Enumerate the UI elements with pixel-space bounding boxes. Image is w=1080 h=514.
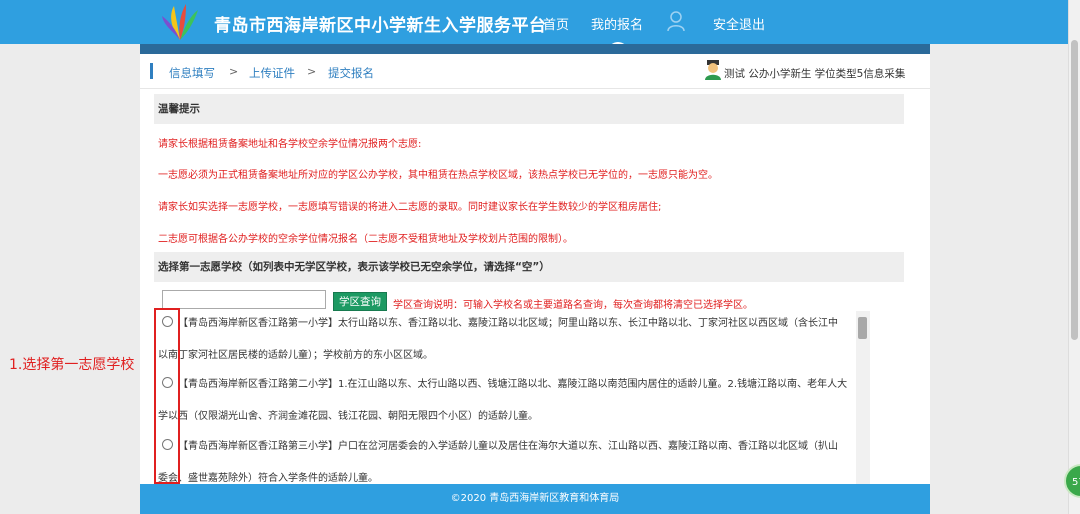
- school-list-scrollbar[interactable]: [856, 311, 870, 484]
- breadcrumb: 信息填写 > 上传证件 > 提交报名 测试 公办小学新生 学位类型5信息采集: [140, 54, 930, 89]
- breadcrumb-separator: >: [229, 65, 239, 78]
- annotation-highlight: [154, 308, 180, 484]
- breadcrumb-step-info[interactable]: 信息填写: [169, 65, 215, 81]
- school-description: 【青岛西海岸新区香江路第二小学】1.在江山路以东、太行山路以西、钱塘江路以北、嘉…: [178, 379, 848, 390]
- site-title: 青岛市西海岸新区中小学新生入学服务平台: [214, 16, 547, 36]
- school-description: 委会、盛世嘉苑除外）符合入学条件的适龄儿童。: [158, 473, 378, 484]
- school-description: 【青岛西海岸新区香江路第三小学】户口在岔河居委会的入学适龄儿童以及居住在海尔大道…: [178, 441, 838, 452]
- student-avatar-icon: [705, 60, 721, 80]
- breadcrumb-marker: [150, 63, 153, 79]
- notice-line: 二志愿可根据各公办学校的空余学位情况报名（二志愿不受租赁地址及学校划片范围的限制…: [158, 234, 573, 245]
- school-search-button[interactable]: 学区查询: [333, 292, 387, 311]
- page-scrollbar[interactable]: [1068, 0, 1080, 514]
- nav-my-registration[interactable]: 我的报名: [591, 14, 643, 33]
- breadcrumb-separator: >: [307, 65, 317, 78]
- annotation-label: 1.选择第一志愿学校: [9, 357, 135, 373]
- notice-line: 请家长根据租赁备案地址和各学校空余学位情况报两个志愿:: [158, 139, 422, 150]
- nav-logout[interactable]: 安全退出: [713, 14, 765, 33]
- top-navbar: 青岛市西海岸新区中小学新生入学服务平台 首页 我的报名 安全退出: [0, 0, 1068, 44]
- page-scrollbar-thumb[interactable]: [1071, 40, 1078, 340]
- nav-home[interactable]: 首页: [543, 14, 569, 33]
- notice-heading: 温馨提示: [154, 94, 904, 124]
- leaf-logo-icon: [162, 4, 198, 40]
- search-note: 学区查询说明：可输入学校名或主要道路名查询，每次查询都将清空已选择学区。: [393, 300, 753, 311]
- school-search-input[interactable]: [162, 290, 326, 309]
- school-description: 学以西（仅限湖光山舍、齐润金滩花园、钱江花园、朝阳无限四个小区）的适龄儿童。: [158, 411, 538, 422]
- school-list: 【青岛西海岸新区香江路第一小学】太行山路以东、香江路以北、嘉陵江路以北区域；阿里…: [158, 311, 870, 484]
- floating-badge[interactable]: 57: [1064, 464, 1080, 498]
- school-description: 以南丁家河社区居民楼的适龄儿童）；学校前方的东小区区域。: [158, 350, 433, 361]
- breadcrumb-step-submit[interactable]: 提交报名: [328, 65, 374, 81]
- footer: ©2020 青岛西海岸新区教育和体育局: [140, 484, 930, 514]
- notice-line: 请家长如实选择一志愿学校，一志愿填写错误的将进入二志愿的录取。同时建议家长在学生…: [158, 202, 662, 213]
- user-info: 测试 公办小学新生 学位类型5信息采集: [724, 68, 906, 80]
- breadcrumb-step-upload[interactable]: 上传证件: [249, 65, 295, 81]
- notice-line: 一志愿必须为正式租赁备案地址所对应的学区公办学校，其中租赁在热点学校区域，该热点…: [158, 170, 718, 181]
- header-stripe: [140, 44, 930, 54]
- school-list-scrollbar-thumb[interactable]: [858, 317, 867, 339]
- main-panel: 信息填写 > 上传证件 > 提交报名 测试 公办小学新生 学位类型5信息采集 温…: [140, 54, 930, 484]
- user-outline-icon[interactable]: [667, 10, 685, 32]
- school-description: 【青岛西海岸新区香江路第一小学】太行山路以东、香江路以北、嘉陵江路以北区域；阿里…: [178, 318, 838, 329]
- choice-heading: 选择第一志愿学校（如列表中无学区学校，表示该学校已无空余学位，请选择“空”）: [154, 252, 904, 282]
